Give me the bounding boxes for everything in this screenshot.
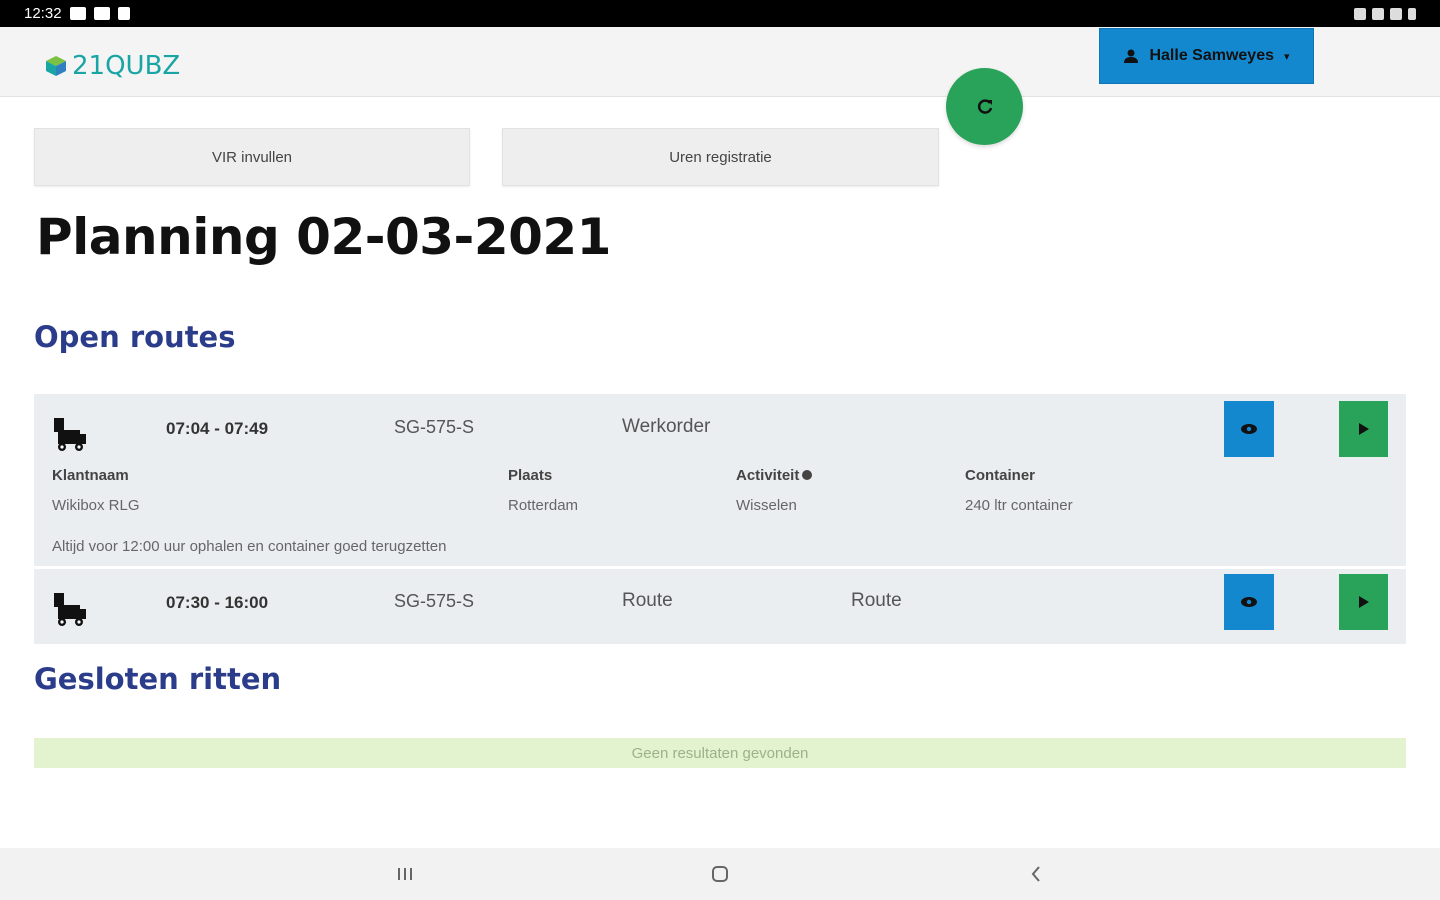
view-route-button[interactable]: [1224, 401, 1274, 457]
home-button[interactable]: [708, 862, 732, 886]
label-activiteit: Activiteit: [736, 467, 813, 484]
home-icon: [712, 866, 728, 882]
route-row: 07:04 - 07:49 SG-575-S Werkorder Klantna…: [34, 394, 1406, 566]
chevron-down-icon: ▾: [1284, 50, 1290, 63]
notification-icon: [117, 7, 130, 20]
signal-icon: [1390, 7, 1402, 20]
app-header: 21QUBZ Halle Samweyes ▾: [0, 27, 1440, 97]
battery-icon: [1408, 7, 1416, 20]
vir-invullen-button[interactable]: VIR invullen: [34, 128, 470, 186]
route-type-secondary: Route: [851, 590, 902, 611]
value-activiteit: Wisselen: [736, 497, 797, 514]
view-route-button[interactable]: [1224, 574, 1274, 630]
system-status-bar: 12:32: [0, 0, 1440, 27]
eye-icon: [1241, 597, 1257, 607]
label-container: Container: [965, 467, 1036, 484]
refresh-icon: [977, 98, 992, 114]
back-button[interactable]: [1024, 862, 1048, 886]
route-type: Route: [622, 590, 673, 611]
value-container: 240 ltr container: [965, 497, 1073, 514]
refresh-button[interactable]: [946, 68, 1023, 145]
label-plaats: Plaats: [508, 467, 553, 484]
value-klantnaam: Wikibox RLG: [52, 497, 140, 514]
route-time: 07:04 - 07:49: [166, 419, 269, 438]
app-logo[interactable]: 21QUBZ: [44, 51, 180, 81]
eye-icon: [1241, 424, 1257, 434]
value-plaats: Rotterdam: [508, 497, 579, 514]
system-navigation-bar: [0, 848, 1440, 900]
recent-apps-button[interactable]: [393, 862, 417, 886]
uren-registratie-button[interactable]: Uren registratie: [502, 128, 939, 186]
user-menu-button[interactable]: Halle Samweyes ▾: [1099, 28, 1314, 84]
route-row: 07:30 - 16:00 SG-575-S Route Route: [34, 569, 1406, 644]
logo-text: 21QUBZ: [72, 51, 181, 81]
play-icon: [1358, 596, 1369, 608]
user-icon: [1124, 49, 1139, 63]
start-route-button[interactable]: [1339, 574, 1388, 630]
message-icon: [69, 7, 86, 20]
truck-icon: [54, 593, 86, 626]
route-note: Altijd voor 12:00 uur ophalen en contain…: [52, 538, 447, 555]
empty-results-message: Geen resultaten gevonden: [34, 738, 1406, 768]
route-plate: SG-575-S: [394, 591, 475, 611]
recent-apps-icon: [398, 868, 412, 880]
route-plate: SG-575-S: [394, 417, 475, 437]
wifi-icon: [1372, 7, 1384, 20]
page-title: Planning 02-03-2021: [36, 208, 611, 266]
label-klantnaam: Klantnaam: [52, 467, 129, 484]
open-routes-title: Open routes: [34, 320, 236, 354]
play-icon: [1358, 423, 1369, 435]
back-icon: [1031, 866, 1040, 882]
closed-routes-title: Gesloten ritten: [34, 662, 282, 696]
start-route-button[interactable]: [1339, 401, 1388, 457]
truck-icon: [54, 418, 86, 451]
mute-icon: [1354, 7, 1366, 20]
cube-logo-icon: [46, 56, 66, 76]
user-name: Halle Samweyes: [1149, 47, 1274, 64]
route-type: Werkorder: [622, 416, 711, 437]
uren-registratie-label: Uren registratie: [669, 148, 772, 166]
gallery-icon: [93, 7, 110, 20]
vir-invullen-label: VIR invullen: [211, 148, 293, 166]
status-time: 12:32: [24, 5, 62, 22]
info-icon: [802, 470, 813, 480]
route-time: 07:30 - 16:00: [166, 593, 269, 612]
